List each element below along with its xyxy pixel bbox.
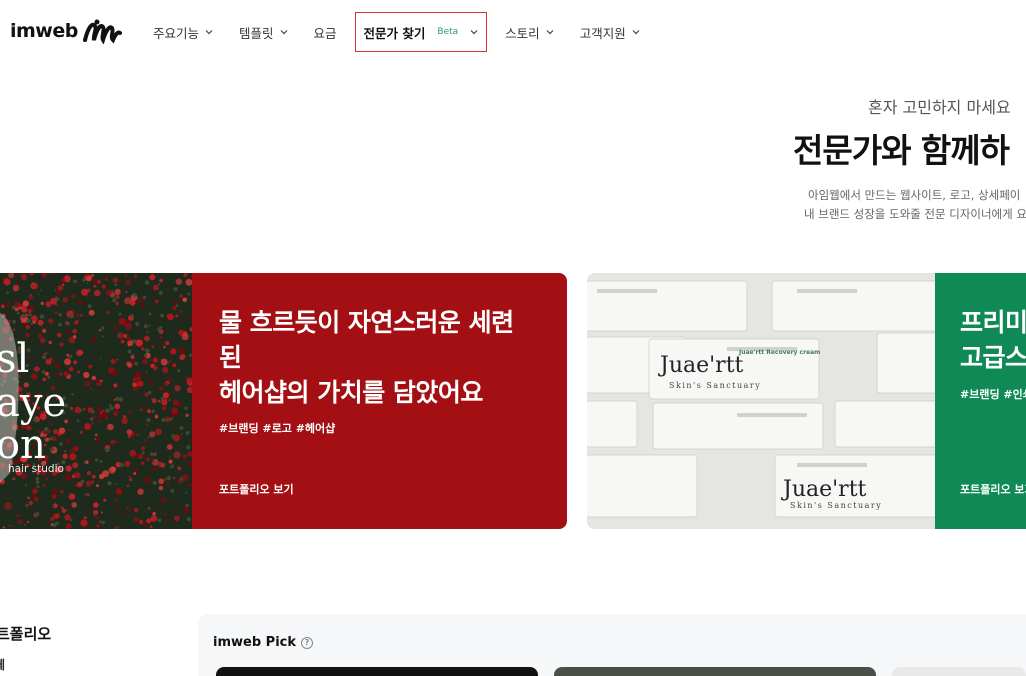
flower-image-caption: hair studio xyxy=(8,463,64,475)
portfolio-card-hairshop[interactable]: 물 흐르듯이 자연스러운 세련 된 헤어샵의 가치를 담았어요 #브랜딩 #로고… xyxy=(192,273,567,529)
card-title: 물 흐르듯이 자연스러운 세련 된 헤어샵의 가치를 담았어요 xyxy=(219,305,559,410)
card-tags: #브랜딩 #인쇄 xyxy=(960,388,1026,401)
portfolio-card-cosmetics[interactable]: 프리미 고급스 #브랜딩 #인쇄 포트폴리오 보기 xyxy=(935,273,1026,529)
nav-item-pricing[interactable]: 요금 xyxy=(301,12,350,52)
chevron-down-icon xyxy=(470,30,478,35)
nav-label: 고객지원 xyxy=(579,25,626,41)
card-title-line: 프리미 xyxy=(960,308,1026,337)
flower-image-text: aye xyxy=(0,380,67,426)
chevron-down-icon xyxy=(546,30,554,35)
filter-all[interactable]: 체 xyxy=(0,656,5,673)
site-header: imweb 주요기능 템플릿 요금 전문가 찾기 Beta 스토리 고객지원 xyxy=(0,0,1026,64)
hero-subtitle: 혼자 고민하지 마세요 xyxy=(868,98,1011,117)
nav-item-story[interactable]: 스토리 xyxy=(492,12,567,52)
portfolio-card-image-cosmetics[interactable]: Juae'rtt Skin's Sanctuary Juae'rtt Skin'… xyxy=(587,273,935,529)
nav-item-find-expert[interactable]: 전문가 찾기 Beta xyxy=(354,12,488,52)
logo-text: imweb xyxy=(10,20,78,42)
nav-label: 요금 xyxy=(313,25,337,41)
brand-wordmark: Juae'rtt xyxy=(783,477,867,502)
card-title-line: 고급스 xyxy=(960,343,1026,372)
flower-image-text: sl xyxy=(0,336,30,382)
nav-item-support[interactable]: 고객지원 xyxy=(567,12,653,52)
nav-item-templates[interactable]: 템플릿 xyxy=(226,12,301,52)
view-portfolio-link[interactable]: 포트폴리오 보기 xyxy=(960,481,1026,497)
hero-description: 내 브랜드 성장을 도와줄 전문 디자이너에게 요 xyxy=(804,207,1026,221)
nav-label: 템플릿 xyxy=(239,25,274,41)
brand-tagline: Skin's Sanctuary xyxy=(669,381,762,390)
card-title: 프리미 고급스 xyxy=(960,305,1026,375)
chevron-down-icon xyxy=(280,30,287,35)
help-icon[interactable]: ? xyxy=(301,636,313,649)
nav-label: 주요기능 xyxy=(153,25,200,41)
product-label: Juae'rtt Recovery cream xyxy=(739,349,821,356)
card-title-line: 물 흐르듯이 자연스러운 세련 xyxy=(219,308,514,337)
pick-thumbnail[interactable] xyxy=(216,667,538,676)
cream-tubes-image xyxy=(587,273,935,529)
hero-description: 아임웹에서 만드는 웹사이트, 로고, 상세페이 xyxy=(808,188,1021,202)
nav-label: 전문가 찾기 xyxy=(363,25,426,41)
portfolio-section-title: 트폴리오 xyxy=(0,625,52,643)
imweb-logo[interactable]: imweb xyxy=(10,18,122,44)
card-title-line: 된 xyxy=(219,343,242,372)
chevron-down-icon xyxy=(632,30,640,35)
main-nav: 주요기능 템플릿 요금 전문가 찾기 Beta 스토리 고객지원 xyxy=(140,0,653,64)
logo-mark-icon xyxy=(82,19,122,44)
view-portfolio-link[interactable]: 포트폴리오 보기 xyxy=(219,481,294,497)
pick-thumbnail[interactable] xyxy=(892,667,1026,676)
brand-tagline: Skin's Sanctuary xyxy=(790,501,883,510)
flower-image-text: on xyxy=(0,422,46,468)
pick-thumbnail[interactable] xyxy=(554,667,876,676)
card-title-line: 헤어샵의 가치를 담았어요 xyxy=(219,378,483,407)
hero-title: 전문가와 함께하 xyxy=(793,131,1010,170)
pick-title-text: imweb Pick xyxy=(213,635,296,650)
imweb-pick-panel: imweb Pick ? xyxy=(198,614,1026,676)
card-tags: #브랜딩 #로고 #헤어샵 xyxy=(219,422,336,435)
imweb-pick-title: imweb Pick ? xyxy=(213,635,313,650)
brand-wordmark: Juae'rtt xyxy=(660,353,744,378)
beta-badge: Beta xyxy=(437,27,459,37)
portfolio-card-image-hairshop[interactable]: sl aye on hair studio xyxy=(0,273,192,529)
nav-item-features[interactable]: 주요기능 xyxy=(140,12,226,52)
nav-label: 스토리 xyxy=(505,25,540,41)
chevron-down-icon xyxy=(205,30,213,35)
